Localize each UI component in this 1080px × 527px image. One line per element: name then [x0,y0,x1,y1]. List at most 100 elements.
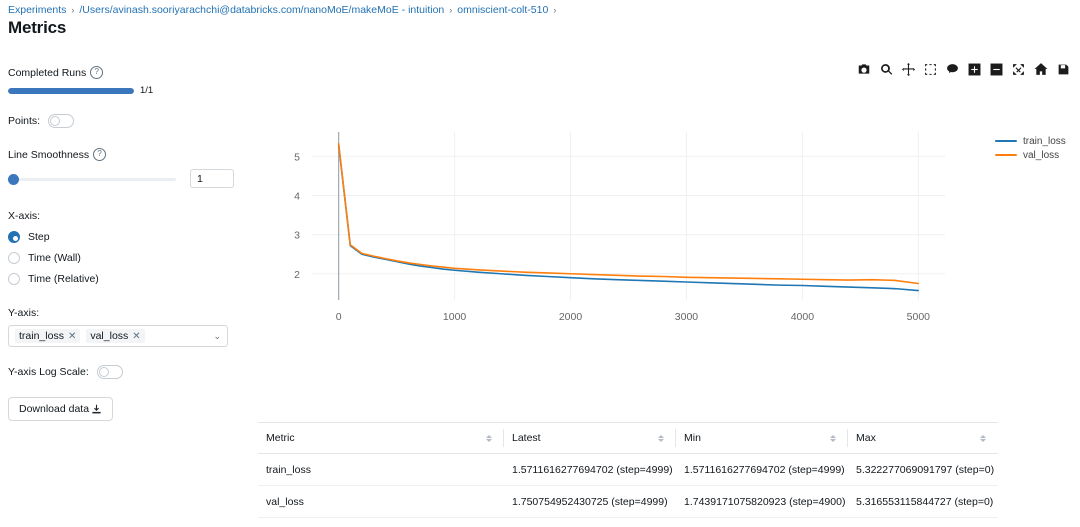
table-row[interactable]: train_loss 1.5711616277694702 (step=4999… [258,454,998,486]
box-select-icon[interactable] [924,63,937,76]
chip-label: val_loss [90,330,128,342]
legend-label: val_loss [1023,150,1059,161]
line-smoothness-row: 1 [8,169,240,188]
completed-runs-value: 1/1 [140,85,153,96]
radio-icon[interactable] [8,273,20,285]
breadcrumb-item-run[interactable]: omniscient-colt-510 [457,4,548,16]
svg-text:1000: 1000 [443,311,467,323]
table-header-min[interactable]: Min [676,423,848,453]
toggle-knob [50,116,60,126]
x-axis-option-step[interactable]: Step [8,231,240,243]
completed-runs-text: Completed Runs [8,67,86,79]
metrics-line-chart[interactable]: 2 3 4 5 0 1000 2000 3000 4000 5000 [250,126,1010,336]
breadcrumb-separator-icon: › [449,5,452,15]
legend-swatch [995,154,1017,156]
legend-item-val-loss[interactable]: val_loss [995,148,1066,162]
pan-icon[interactable] [902,63,915,76]
y-axis-label: Y-axis: [8,307,240,319]
sort-icon[interactable] [830,435,836,442]
x-axis-option-time-wall[interactable]: Time (Wall) [8,252,240,264]
radio-icon[interactable] [8,231,20,243]
cell-latest: 1.5711616277694702 (step=4999) [504,464,676,476]
chart-legend: train_loss val_loss [995,134,1066,162]
table-header-metric[interactable]: Metric [258,423,504,453]
points-label: Points: [8,115,40,127]
svg-text:3000: 3000 [675,311,699,323]
y-axis-multiselect[interactable]: train_loss ✕ val_loss ✕ ⌄ [8,325,228,347]
line-smoothness-slider[interactable] [8,172,176,186]
completed-runs-progress: 1/1 [8,85,240,96]
svg-text:4: 4 [294,190,300,202]
svg-text:4000: 4000 [791,311,815,323]
y-axis-chip-val-loss[interactable]: val_loss ✕ [86,329,144,343]
y-log-scale-label: Y-axis Log Scale: [8,366,89,378]
breadcrumb-item-experiments[interactable]: Experiments [8,4,66,16]
legend-item-train-loss[interactable]: train_loss [995,134,1066,148]
cell-min: 1.5711616277694702 (step=4999) [676,464,848,476]
progress-fill [8,88,134,94]
x-axis-option-time-relative[interactable]: Time (Relative) [8,273,240,285]
sort-icon[interactable] [658,435,664,442]
svg-text:2: 2 [294,269,300,281]
slider-thumb[interactable] [8,174,19,185]
line-smoothness-text: Line Smoothness [8,149,89,161]
legend-label: train_loss [1023,136,1066,147]
camera-icon[interactable] [857,62,871,76]
cell-min: 1.7439171075820923 (step=4900) [676,496,848,508]
y-log-scale-toggle[interactable] [97,365,123,379]
cell-latest: 1.750754952430725 (step=4999) [504,496,676,508]
line-smoothness-label: Line Smoothness ? [8,148,240,161]
lasso-select-icon[interactable] [946,63,959,76]
cell-metric: train_loss [258,464,504,476]
save-icon[interactable] [1057,63,1070,76]
breadcrumb-separator-icon: › [553,5,556,15]
column-label: Metric [266,432,295,444]
breadcrumb: Experiments › /Users/avinash.sooriyarach… [8,4,556,16]
cell-max: 5.322277069091797 (step=0) [848,464,998,476]
zoom-in-icon[interactable] [968,63,981,76]
chevron-down-icon[interactable]: ⌄ [213,331,221,342]
table-header-latest[interactable]: Latest [504,423,676,453]
plot-modebar [857,62,1070,76]
download-icon [91,404,102,415]
sort-icon[interactable] [486,435,492,442]
x-axis-option-label: Time (Wall) [28,252,81,264]
svg-text:0: 0 [336,311,342,323]
legend-swatch [995,140,1017,142]
svg-text:5: 5 [294,151,300,163]
column-label: Min [684,432,701,444]
svg-text:3: 3 [294,230,300,242]
metrics-table: Metric Latest Min Max train_loss 1.57116… [258,422,998,518]
column-label: Max [856,432,876,444]
cell-metric: val_loss [258,496,504,508]
reset-axes-icon[interactable] [1034,62,1048,76]
help-icon[interactable]: ? [93,148,106,161]
download-data-button[interactable]: Download data [8,397,113,421]
autoscale-icon[interactable] [1012,63,1025,76]
table-header-row: Metric Latest Min Max [258,423,998,454]
download-data-label: Download data [19,403,89,415]
cell-max: 5.316553115844727 (step=0) [848,496,998,508]
help-icon[interactable]: ? [90,66,103,79]
zoom-out-icon[interactable] [990,63,1003,76]
svg-text:2000: 2000 [559,311,583,323]
line-smoothness-input[interactable]: 1 [190,169,234,188]
y-axis-chip-train-loss[interactable]: train_loss ✕ [15,329,80,343]
table-row[interactable]: val_loss 1.750754952430725 (step=4999) 1… [258,486,998,518]
sort-icon[interactable] [980,435,986,442]
metrics-page: Experiments › /Users/avinash.sooriyarach… [0,0,1080,527]
progress-track [8,88,134,94]
breadcrumb-item-path[interactable]: /Users/avinash.sooriyarachchi@databricks… [79,4,444,16]
column-label: Latest [512,432,541,444]
zoom-icon[interactable] [880,63,893,76]
points-toggle[interactable] [48,114,74,128]
completed-runs-label: Completed Runs ? [8,66,240,79]
chip-remove-icon[interactable]: ✕ [132,331,140,342]
radio-icon[interactable] [8,252,20,264]
slider-track [8,178,176,181]
page-title: Metrics [8,18,66,38]
table-header-max[interactable]: Max [848,423,998,453]
x-axis-option-label: Step [28,231,50,243]
chip-remove-icon[interactable]: ✕ [68,331,76,342]
svg-text:5000: 5000 [907,311,931,323]
